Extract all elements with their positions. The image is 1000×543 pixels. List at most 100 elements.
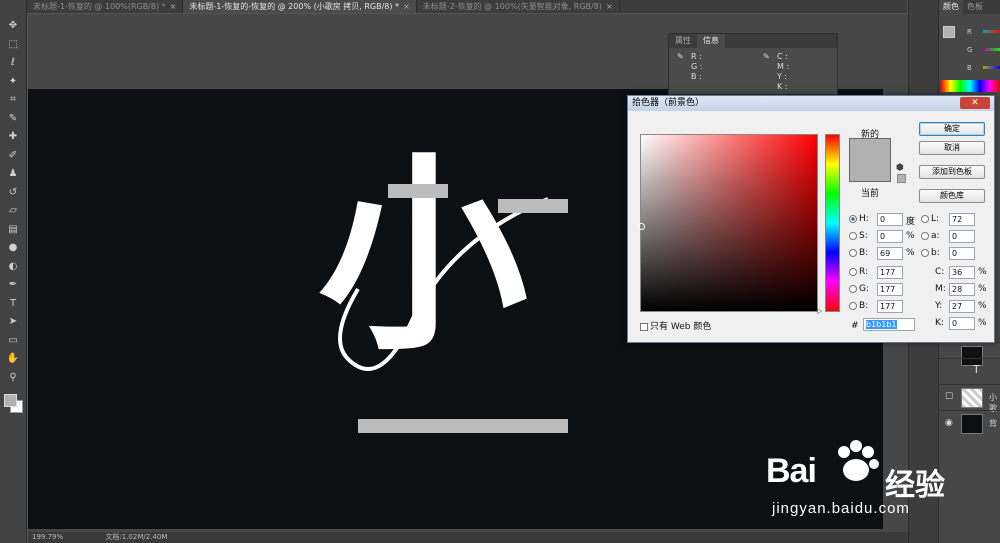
tab-document-2[interactable]: 未标题-1-恢复的-恢复的 @ 200% (小歌房 拷贝, RGB/8) * × [183,0,417,13]
current-color-swatch[interactable] [849,160,891,182]
slider-r[interactable]: R [967,28,972,36]
zoom-level[interactable]: 199.79% [32,533,63,541]
color-swatches[interactable] [4,394,24,414]
eyedropper-tool-icon[interactable]: ✎ [4,111,22,127]
lab-b-radio[interactable]: b: [921,246,940,260]
tab-swatches[interactable]: 色板 [963,0,987,14]
eraser-tool-icon[interactable]: ▱ [4,203,22,219]
layer-row[interactable]: ☐ 小歌 [939,384,1000,413]
field-label: H: [859,214,869,224]
ok-button[interactable]: 确定 [919,122,985,136]
lab-a-input[interactable]: 0 [949,230,975,243]
radio-button[interactable] [849,248,857,257]
cmyk-m-input[interactable]: 28 [949,283,975,296]
pen-tool-icon[interactable]: ✒ [4,277,22,293]
hex-value: b1b1b1 [866,320,897,329]
brush-tool-icon[interactable]: ✐ [4,148,22,164]
blue-radio[interactable]: B: [849,299,868,313]
lasso-tool-icon[interactable]: ℓ [4,55,22,71]
web-safe-swatch[interactable] [897,174,906,183]
lab-l-radio[interactable]: L: [921,212,939,226]
color-spectrum[interactable] [941,80,999,92]
history-brush-icon[interactable]: ↺ [4,185,22,201]
hue-input[interactable]: 0 [877,213,903,226]
dialog-title-bar[interactable]: 拾色器（前景色） ✕ [628,96,994,111]
hue-slider-handle-icon[interactable]: ▷ [817,307,822,315]
radio-button[interactable] [849,301,857,310]
out-of-gamut-cube-icon[interactable]: ⬢ [896,163,904,173]
tab-color[interactable]: 颜色 [939,0,963,14]
hue-slider[interactable] [825,134,840,312]
panel-fg-swatch[interactable] [943,26,955,38]
stamp-tool-icon[interactable]: ♟ [4,166,22,182]
cmyk-y-input[interactable]: 27 [949,300,975,313]
web-colors-checkbox-row[interactable]: 只有 Web 颜色 [640,319,711,332]
slider-track[interactable] [983,30,1000,33]
document-tabs: 未标题-1-恢复的 @ 100%(RGB/8) * × 未标题-1-恢复的-恢复的… [27,0,907,13]
radio-button[interactable] [921,248,929,257]
gradient-tool-icon[interactable]: ▤ [4,222,22,238]
type-tool-icon[interactable]: T [4,296,22,312]
tab-info[interactable]: 信息 [697,34,725,48]
radio-button[interactable] [849,267,857,276]
web-colors-checkbox[interactable] [640,322,648,331]
shape-tool-icon[interactable]: ▭ [4,333,22,349]
zoom-tool-icon[interactable]: ⚲ [4,370,22,386]
green-input[interactable]: 177 [877,283,903,296]
tab-document-3[interactable]: 未标题-2-恢复的 @ 100%(矢量智能对象, RGB/8) × [417,0,620,13]
radio-button[interactable] [849,214,857,223]
hex-input[interactable]: b1b1b1 [863,318,915,331]
path-select-icon[interactable]: ➤ [4,314,22,330]
blur-tool-icon[interactable]: ● [4,240,22,256]
layer-row[interactable]: T [939,358,1000,384]
marquee-tool-icon[interactable]: ⬚ [4,37,22,53]
tools-panel: ✥ ⬚ ℓ ✦ ⌗ ✎ ✚ ✐ ♟ ↺ ▱ ▤ ● ◐ ✒ T ➤ ▭ ✋ ⚲ [0,0,27,543]
crop-tool-icon[interactable]: ⌗ [4,92,22,108]
healing-brush-icon[interactable]: ✚ [4,129,22,145]
lab-a-radio[interactable]: a: [921,229,940,243]
add-to-swatches-button[interactable]: 添加到色板 [919,165,985,179]
lab-b-input[interactable]: 0 [949,247,975,260]
red-input[interactable]: 177 [877,266,903,279]
slider-g[interactable]: G [967,46,973,54]
saturation-radio[interactable]: S: [849,229,868,243]
tab-document-1[interactable]: 未标题-1-恢复的 @ 100%(RGB/8) * × [27,0,184,13]
radio-button[interactable] [921,231,929,240]
cmyk-c-input[interactable]: 36 [949,266,975,279]
hand-tool-icon[interactable]: ✋ [4,351,22,367]
hue-radio[interactable]: H: [849,212,869,226]
visibility-toggle[interactable]: ☐ [945,392,953,402]
baidu-jingyan-watermark: Bai 经验 jingyan.baidu.com [760,432,970,532]
radio-button[interactable] [849,231,857,240]
eye-icon[interactable]: ◉ [945,418,953,428]
brightness-radio[interactable]: B: [849,246,868,260]
foreground-color-swatch[interactable] [4,394,17,407]
color-libraries-button[interactable]: 颜色库 [919,189,985,203]
slider-track[interactable] [983,48,1000,51]
color-picker-marker[interactable] [638,223,645,230]
tab-properties[interactable]: 属性 [669,34,697,48]
move-tool-icon[interactable]: ✥ [4,18,22,34]
cmyk-k-input[interactable]: 0 [949,317,975,330]
close-icon[interactable]: × [170,2,177,11]
slider-track[interactable] [983,66,1000,69]
radio-button[interactable] [849,284,857,293]
dodge-tool-icon[interactable]: ◐ [4,259,22,275]
radio-button[interactable] [921,214,929,223]
lab-l-input[interactable]: 72 [949,213,975,226]
status-bar: 199.79% 文档:1.02M/2.40M [28,532,908,543]
cancel-button[interactable]: 取消 [919,141,985,155]
saturation-brightness-field[interactable] [638,134,818,312]
magic-wand-icon[interactable]: ✦ [4,74,22,90]
close-icon[interactable]: × [403,2,410,11]
close-icon[interactable]: × [606,2,613,11]
saturation-input[interactable]: 0 [877,230,903,243]
brightness-input[interactable]: 69 [877,247,903,260]
red-radio[interactable]: R: [849,265,868,279]
slider-label: G [967,46,973,54]
field-unit: % [978,284,987,294]
slider-b[interactable]: B [967,64,972,72]
blue-input[interactable]: 177 [877,300,903,313]
close-button[interactable]: ✕ [960,97,990,109]
green-radio[interactable]: G: [849,282,869,296]
